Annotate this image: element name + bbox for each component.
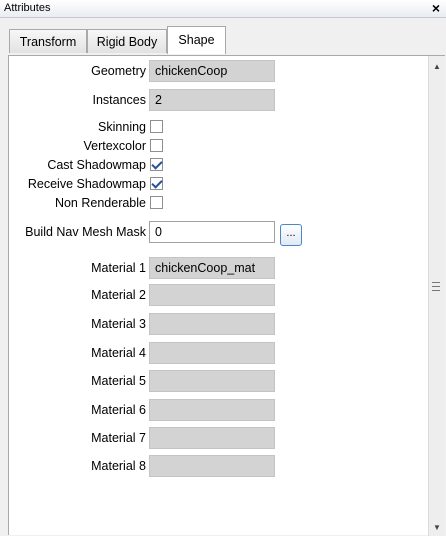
scroll-up-arrow-icon[interactable]: ▲ — [429, 62, 445, 71]
attributes-title-bar: Attributes × — [0, 0, 446, 18]
material-3-row: Material 3 — [9, 313, 146, 335]
non-renderable-row: Non Renderable — [9, 192, 146, 214]
tab-transform[interactable]: Transform — [9, 29, 87, 53]
receive-shadowmap-label: Receive Shadowmap — [27, 177, 146, 191]
material-5-field[interactable] — [149, 370, 275, 392]
browse-nav-mesh-mask-button[interactable]: ... — [280, 224, 302, 246]
cast-shadowmap-checkbox[interactable] — [150, 158, 163, 171]
material-4-label: Material 4 — [91, 346, 146, 360]
non-renderable-label: Non Renderable — [54, 196, 146, 210]
material-2-row: Material 2 — [9, 284, 146, 306]
instances-row: Instances — [9, 89, 146, 111]
material-6-row: Material 6 — [9, 399, 146, 421]
shape-panel: Geometry chickenCoop Instances 2 Skinnin… — [8, 55, 445, 536]
material-8-field[interactable] — [149, 455, 275, 477]
close-icon[interactable]: × — [432, 0, 440, 16]
scroll-grip-icon[interactable] — [432, 282, 440, 291]
material-3-label: Material 3 — [91, 317, 146, 331]
vertexcolor-label: Vertexcolor — [83, 139, 146, 153]
window-title: Attributes — [4, 2, 51, 14]
material-1-field[interactable]: chickenCoop_mat — [149, 257, 275, 279]
material-1-row: Material 1 — [9, 257, 146, 279]
scroll-down-arrow-icon[interactable]: ▼ — [429, 523, 445, 532]
material-5-label: Material 5 — [91, 374, 146, 388]
material-7-label: Material 7 — [91, 431, 146, 445]
material-8-label: Material 8 — [91, 459, 146, 473]
non-renderable-checkbox[interactable] — [150, 196, 163, 209]
material-4-row: Material 4 — [9, 342, 146, 364]
material-2-field[interactable] — [149, 284, 275, 306]
geometry-label: Geometry — [91, 64, 146, 78]
build-nav-mesh-mask-input[interactable]: 0 — [149, 221, 275, 243]
material-2-label: Material 2 — [91, 288, 146, 302]
vertical-scrollbar[interactable]: ▲ ▼ — [428, 56, 445, 536]
material-1-label: Material 1 — [91, 261, 146, 275]
geometry-row: Geometry — [9, 60, 146, 82]
vertexcolor-checkbox[interactable] — [150, 139, 163, 152]
material-4-field[interactable] — [149, 342, 275, 364]
material-5-row: Material 5 — [9, 370, 146, 392]
material-7-row: Material 7 — [9, 427, 146, 449]
receive-shadowmap-checkbox[interactable] — [150, 177, 163, 190]
build-nav-mesh-mask-label: Build Nav Mesh Mask — [25, 225, 146, 239]
build-nav-mesh-mask-row: Build Nav Mesh Mask — [9, 221, 146, 243]
cast-shadowmap-label: Cast Shadowmap — [47, 158, 146, 172]
instances-label: Instances — [92, 93, 146, 107]
material-7-field[interactable] — [149, 427, 275, 449]
material-6-field[interactable] — [149, 399, 275, 421]
tab-rigid-body[interactable]: Rigid Body — [87, 29, 167, 53]
material-8-row: Material 8 — [9, 455, 146, 477]
geometry-field[interactable]: chickenCoop — [149, 60, 275, 82]
skinning-checkbox[interactable] — [150, 120, 163, 133]
tab-strip: Transform Rigid Body Shape — [0, 17, 446, 55]
instances-field[interactable]: 2 — [149, 89, 275, 111]
material-6-label: Material 6 — [91, 403, 146, 417]
material-3-field[interactable] — [149, 313, 275, 335]
skinning-label: Skinning — [98, 120, 146, 134]
tab-shape[interactable]: Shape — [167, 26, 226, 54]
